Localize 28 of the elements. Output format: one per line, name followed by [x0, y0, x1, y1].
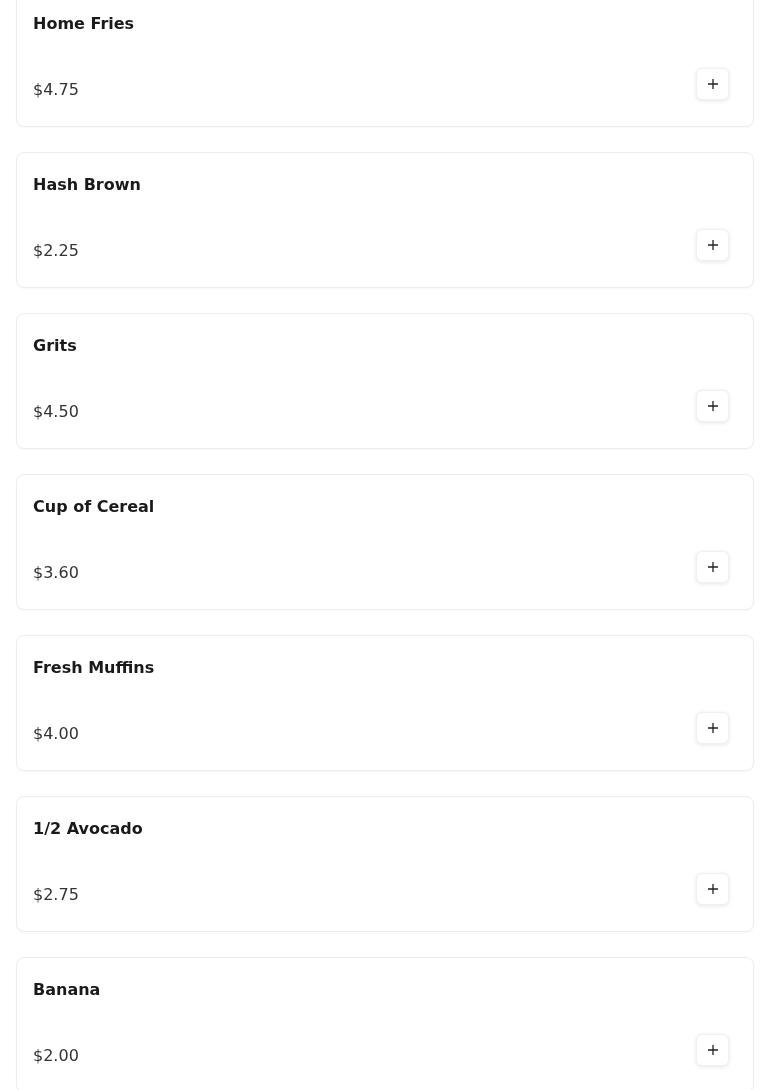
- item-price: $4.50: [33, 402, 79, 422]
- add-button[interactable]: [696, 712, 729, 744]
- item-price: $3.60: [33, 563, 79, 583]
- add-button[interactable]: [696, 551, 729, 583]
- item-price: $4.00: [33, 724, 79, 744]
- plus-icon: [707, 401, 718, 411]
- add-button[interactable]: [696, 1034, 729, 1066]
- plus-icon: [707, 240, 718, 250]
- item-name: Fresh Muffins: [33, 658, 156, 678]
- item-name: Banana: [33, 980, 102, 1000]
- add-button[interactable]: [696, 390, 729, 422]
- item-name: Home Fries: [33, 14, 136, 34]
- item-price: $2.75: [33, 885, 79, 905]
- plus-icon: [707, 884, 718, 894]
- item-name: Cup of Cereal: [33, 497, 156, 517]
- plus-icon: [707, 723, 718, 733]
- plus-icon: [707, 1045, 718, 1055]
- item-price: $4.75: [33, 80, 79, 100]
- item-price: $2.00: [33, 1046, 79, 1066]
- add-button[interactable]: [696, 873, 729, 905]
- add-button[interactable]: [696, 68, 729, 100]
- item-name: 1/2 Avocado: [33, 819, 144, 839]
- plus-icon: [707, 562, 718, 572]
- item-name: Hash Brown: [33, 175, 142, 195]
- plus-icon: [707, 79, 718, 89]
- item-name: Grits: [33, 336, 78, 356]
- add-button[interactable]: [696, 229, 729, 261]
- item-price: $2.25: [33, 241, 79, 261]
